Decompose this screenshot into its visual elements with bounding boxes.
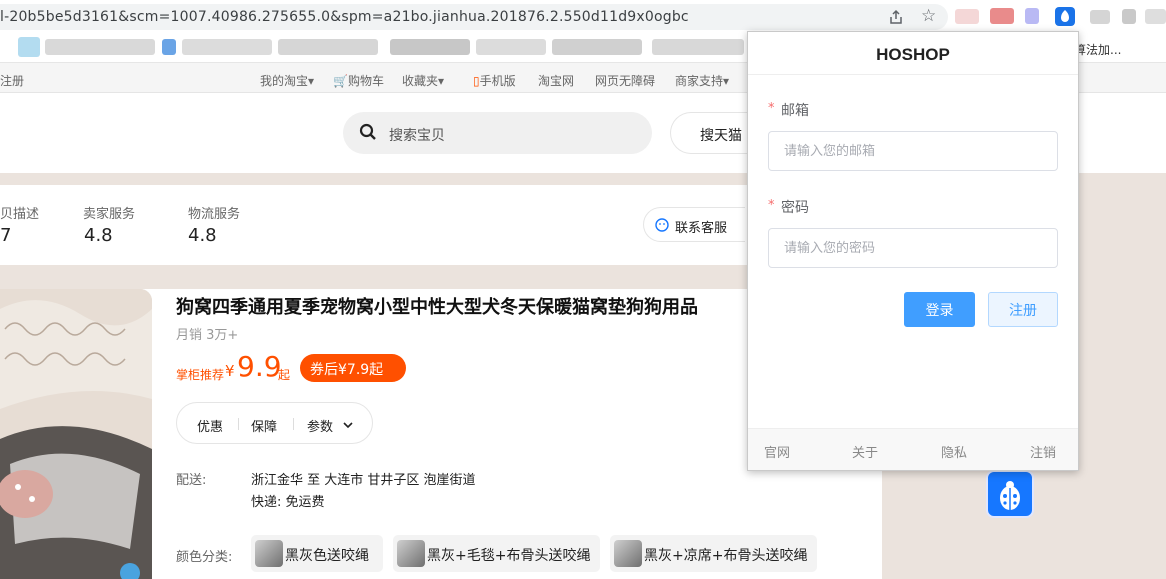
hoshop-login-popup: HOSHOP * 邮箱 * 密码 登录 注册 官网 关于 隐私 注销 <box>747 31 1079 471</box>
popup-divider <box>748 74 1078 75</box>
required-mark: * <box>768 198 775 213</box>
shipping-fee: 快递: 免运费 <box>251 495 325 510</box>
delivery-label: 配送: <box>176 473 207 488</box>
extension-icon[interactable] <box>990 8 1014 24</box>
product-image[interactable] <box>0 289 152 579</box>
price-suffix: 起 <box>278 368 291 382</box>
ladybug-icon <box>1000 481 1020 510</box>
price-label: 掌柜推荐 <box>176 368 225 382</box>
color-option[interactable]: 黑灰+毛毯+布骨头送咬绳 <box>393 535 600 572</box>
color-option-label: 黑灰+凉席+布骨头送咬绳 <box>644 548 808 564</box>
tab-params[interactable]: 参数 <box>307 416 333 435</box>
login-button[interactable]: 登录 <box>904 292 975 327</box>
color-option-thumbnail <box>255 540 283 567</box>
email-label: 邮箱 <box>781 103 809 119</box>
bookmark-item[interactable] <box>390 39 470 55</box>
register-link[interactable]: 注册 <box>0 72 24 89</box>
bookmark-item[interactable] <box>476 39 546 55</box>
color-option-label: 黑灰色送咬绳 <box>285 548 369 564</box>
tab-offers[interactable]: 优惠 <box>197 416 223 435</box>
star-icon[interactable]: ☆ <box>921 8 936 25</box>
score-label-seller: 卖家服务 <box>83 207 136 222</box>
contact-service-button[interactable]: 联系客服 <box>643 207 745 242</box>
favorites-link[interactable]: 收藏夹▾ <box>402 72 444 89</box>
price-currency: ¥ <box>225 362 235 380</box>
address-bar: l-20b5be5d3161&scm=1007.40986.275655.0&s… <box>0 0 1166 33</box>
color-option-thumbnail <box>614 540 642 567</box>
score-label-description: 贝描述 <box>0 207 40 222</box>
register-button[interactable]: 注册 <box>988 292 1058 327</box>
tab-divider <box>293 418 294 430</box>
search-icon <box>359 123 377 145</box>
bookmark-item[interactable] <box>45 39 155 55</box>
seller-support-link[interactable]: 商家支持▾ <box>675 72 729 89</box>
bookmark-item-label[interactable]: 算法加... <box>1074 41 1121 58</box>
tab-divider <box>238 418 239 430</box>
official-site-link[interactable]: 官网 <box>764 442 790 461</box>
search-placeholder: 搜索宝贝 <box>389 128 445 144</box>
monthly-sales: 月销 3万+ <box>176 328 239 343</box>
accessibility-link[interactable]: 网页无障碍 <box>595 72 655 89</box>
bookmark-icon[interactable] <box>162 39 176 55</box>
color-label: 颜色分类: <box>176 550 233 565</box>
cart-icon: 🛒 <box>333 74 348 88</box>
bookmark-item[interactable] <box>182 39 272 55</box>
color-option-thumbnail <box>397 540 425 567</box>
password-label: 密码 <box>781 200 809 216</box>
mobile-link[interactable]: ▯手机版 <box>473 72 516 89</box>
cart-link[interactable]: 🛒购物车 <box>333 72 384 89</box>
hoshop-extension-icon[interactable] <box>1055 7 1075 26</box>
delivery-route[interactable]: 浙江金华 至 大连市 甘井子区 泡崖街道 <box>251 469 476 488</box>
score-value-seller: 4.8 <box>84 225 113 246</box>
product-info-tabs: 优惠 保障 参数 <box>176 402 373 444</box>
chat-icon <box>655 218 669 236</box>
bookmark-item[interactable] <box>552 39 642 55</box>
email-field[interactable] <box>768 131 1058 171</box>
profile-avatar[interactable] <box>1145 9 1166 24</box>
url-field[interactable]: l-20b5be5d3161&scm=1007.40986.275655.0&s… <box>0 4 948 30</box>
taobao-link[interactable]: 淘宝网 <box>538 72 574 89</box>
privacy-link[interactable]: 隐私 <box>941 442 967 461</box>
extension-icon[interactable] <box>1025 8 1039 24</box>
search-input[interactable]: 搜索宝贝 <box>343 112 652 154</box>
product-title: 狗窝四季通用夏季宠物窝小型中性大型犬冬天保暖猫窝垫狗狗用品 <box>176 297 698 318</box>
url-text[interactable]: l-20b5be5d3161&scm=1007.40986.275655.0&s… <box>0 9 689 25</box>
popup-title: HOSHOP <box>876 45 950 64</box>
color-option[interactable]: 黑灰+凉席+布骨头送咬绳 <box>610 535 817 572</box>
bookmark-item[interactable] <box>652 39 744 55</box>
price-value: 9.9 <box>237 350 282 383</box>
contact-service-label: 联系客服 <box>675 221 728 236</box>
extension-icon[interactable] <box>955 9 979 24</box>
popup-footer: 官网 关于 隐私 注销 <box>748 428 1078 470</box>
bookmark-item[interactable] <box>278 39 378 55</box>
my-taobao-link[interactable]: 我的淘宝▾ <box>260 72 314 89</box>
about-link[interactable]: 关于 <box>852 442 878 461</box>
logout-link[interactable]: 注销 <box>1030 442 1056 461</box>
score-value-description: 7 <box>0 225 12 246</box>
share-icon[interactable] <box>888 9 904 28</box>
password-field[interactable] <box>768 228 1058 268</box>
extension-icon[interactable] <box>1090 10 1110 24</box>
score-value-logistics: 4.8 <box>188 225 217 246</box>
chevron-down-icon[interactable] <box>343 418 353 433</box>
phone-icon: ▯ <box>473 74 480 88</box>
color-option-label: 黑灰+毛毯+布骨头送咬绳 <box>427 548 591 564</box>
required-mark: * <box>768 101 775 116</box>
color-option[interactable]: 黑灰色送咬绳 <box>251 535 383 572</box>
floating-ladybug-button[interactable] <box>986 470 1034 518</box>
score-label-logistics: 物流服务 <box>188 207 241 222</box>
extension-icon[interactable] <box>1122 9 1136 24</box>
coupon-badge[interactable]: 券后¥7.9起 <box>300 354 406 382</box>
tab-guarantee[interactable]: 保障 <box>251 416 277 435</box>
bookmark-icon[interactable] <box>18 37 40 57</box>
